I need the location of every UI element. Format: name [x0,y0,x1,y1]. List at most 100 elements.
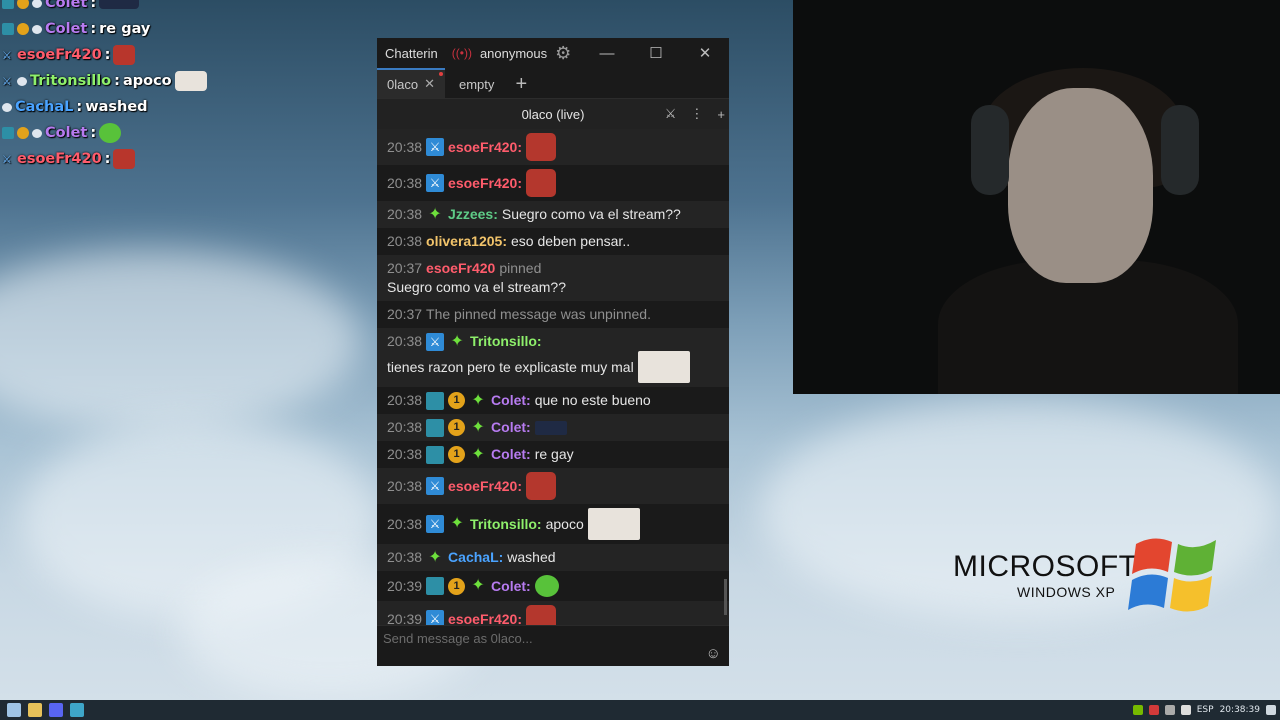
green-face-emote-icon [99,123,122,143]
chat-message[interactable]: 20:37 esoeFr420 pinned Suegro como va el st… [377,255,729,301]
message-text: Suegro como va el stream?? [501,206,681,222]
message-username[interactable]: Colet: [491,391,531,410]
message-timestamp: 20:38 [387,333,423,349]
moderator-badge-icon: ⚔ [426,138,445,156]
message-username[interactable]: esoeFr420: [448,174,522,193]
message-username[interactable]: Colet: [491,445,531,464]
message-timestamp: 20:38 [387,138,423,155]
chat-message[interactable]: 20:38 ✦ CachaL: washed [377,544,729,571]
emoji-picker-icon[interactable]: ☺ [706,645,721,662]
split-header[interactable]: 0laco (live) ⚔ ⋮ + [377,98,729,129]
message-username[interactable]: Tritonsillo: [470,332,542,351]
system-action-label: pinned [499,260,542,276]
moderator-badge-icon: ⚔ [426,477,445,495]
overlay-username: Colet [45,21,88,37]
notifications-icon[interactable] [1266,705,1276,715]
close-tab-icon[interactable]: ✕ [424,76,435,92]
start-windows-icon[interactable] [7,703,21,717]
chat-message[interactable]: 20:38 olivera1205: eso deben pensar.. [377,228,729,255]
bro-emote-icon[interactable] [587,508,640,540]
streamer-mode-icon[interactable]: ((•)) [452,46,472,60]
message-list[interactable]: 20:38 ⚔ esoeFr420: 20:38 ⚔ esoeFr420: 20:38 ✦ Jz… [377,129,729,625]
moderation-sword-icon[interactable]: ⚔ [665,106,677,122]
tab-empty[interactable]: empty [445,70,504,98]
chat-message[interactable]: 20:39 1 ✦ Colet: [377,571,729,601]
pill-badge-icon [32,24,42,34]
bro-emote-icon [174,71,207,91]
overlay-chat-line: ⚔ esoeFr420: [2,42,262,68]
close-button[interactable]: ✕ [681,38,729,68]
vip-badge-icon: ✦ [450,515,464,532]
message-username[interactable]: olivera1205: [426,232,507,251]
chat-message[interactable]: 20:38 ⚔ esoeFr420: [377,468,729,504]
file-explorer-icon[interactable] [28,703,42,717]
red-face-emote-icon [113,45,136,65]
red-face-emote-icon[interactable] [525,133,556,161]
overlay-separator: : [90,0,97,11]
bits-badge-icon: 1 [448,446,466,463]
vip-badge-icon: ✦ [471,577,485,594]
add-split-icon[interactable]: + [717,107,725,122]
tab-0laco[interactable]: 0laco ✕ [377,68,445,98]
overlay-username: Colet [45,0,88,11]
channel-title: 0laco (live) [521,106,585,122]
chat-message[interactable]: 20:38 ⚔ esoeFr420: [377,165,729,201]
overlay-separator: : [104,47,111,63]
nvidia-icon[interactable] [1132,705,1143,715]
more-options-icon[interactable]: ⋮ [690,106,703,122]
red-face-emote-icon[interactable] [525,472,556,500]
message-username[interactable]: esoeFr420: [448,477,522,496]
person-face [1008,88,1153,283]
discord-icon[interactable] [49,703,63,717]
message-username[interactable]: esoeFr420: [448,610,522,626]
red-face-emote-icon[interactable] [525,605,556,625]
moderator-badge-icon: ⚔ [426,610,445,625]
red-face-emote-icon[interactable] [525,169,556,197]
chat-message[interactable]: 20:38 ⚔ ✦ Tritonsillo: apoco [377,504,729,544]
car-emote-icon[interactable] [534,420,567,435]
message-timestamp: 20:37 [387,260,423,276]
settings-gear-icon[interactable]: ⚙ [555,43,571,64]
overlay-username: CachaL [15,99,74,115]
account-switcher[interactable]: anonymous [480,46,547,61]
app-tray-icon[interactable] [1148,705,1159,715]
app-title: Chatterin [385,45,438,61]
message-username[interactable]: Jzzees: [448,205,498,224]
network-icon[interactable] [1164,705,1175,715]
maximize-button[interactable]: ☐ [632,38,680,68]
live-indicator-icon [438,72,443,76]
chat-message[interactable]: 20:38 ⚔ esoeFr420: [377,129,729,165]
chat-message[interactable]: 20:37 The pinned message was unpinned. [377,301,729,328]
message-username[interactable]: Colet: [491,418,531,437]
cloud [0,250,360,430]
message-username[interactable]: esoeFr420: [448,138,522,157]
green-face-emote-icon[interactable] [534,575,559,597]
bro-emote-icon[interactable] [637,351,690,383]
chatterino-window[interactable]: Chatterin ((•)) anonymous ⚙ — ☐ ✕ 0laco … [377,38,729,666]
chat-message[interactable]: 20:39 ⚔ esoeFr420: [377,601,729,625]
message-username[interactable]: esoeFr420 [426,259,495,278]
pill-badge-icon [2,102,12,112]
title-bar[interactable]: Chatterin ((•)) anonymous ⚙ — ☐ ✕ [377,38,729,68]
language-indicator[interactable]: ESP [1197,705,1214,715]
message-username[interactable]: CachaL: [448,548,503,567]
chat-message[interactable]: 20:38 1 ✦ Colet: re gay [377,441,729,468]
chatterino-taskbar-icon[interactable] [70,703,84,717]
clock[interactable]: 20:38:39 [1220,705,1260,715]
message-username[interactable]: Colet: [491,577,531,596]
volume-icon[interactable] [1180,705,1191,715]
pill-badge-icon [32,0,42,8]
add-tab-button[interactable]: + [504,70,538,98]
chat-message[interactable]: 20:38 1 ✦ Colet: que no este bueno [377,387,729,414]
chat-message[interactable]: 20:38 ✦ Jzzees: Suegro como va el stream?? [377,201,729,228]
message-username[interactable]: Tritonsillo: [470,515,542,534]
scrollbar[interactable] [724,579,727,615]
chat-message[interactable]: 20:38 ⚔ ✦ Tritonsillo: tienes razon pero te … [377,328,729,387]
minimize-button[interactable]: — [583,38,631,68]
overlay-separator: : [90,125,97,141]
vip-badge-icon: ✦ [450,332,464,350]
message-timestamp: 20:38 [387,419,423,435]
chat-message[interactable]: 20:38 1 ✦ Colet: [377,414,729,441]
message-timestamp: 20:38 [387,477,423,494]
message-input[interactable]: Send message as 0laco... ☺ [377,625,729,666]
